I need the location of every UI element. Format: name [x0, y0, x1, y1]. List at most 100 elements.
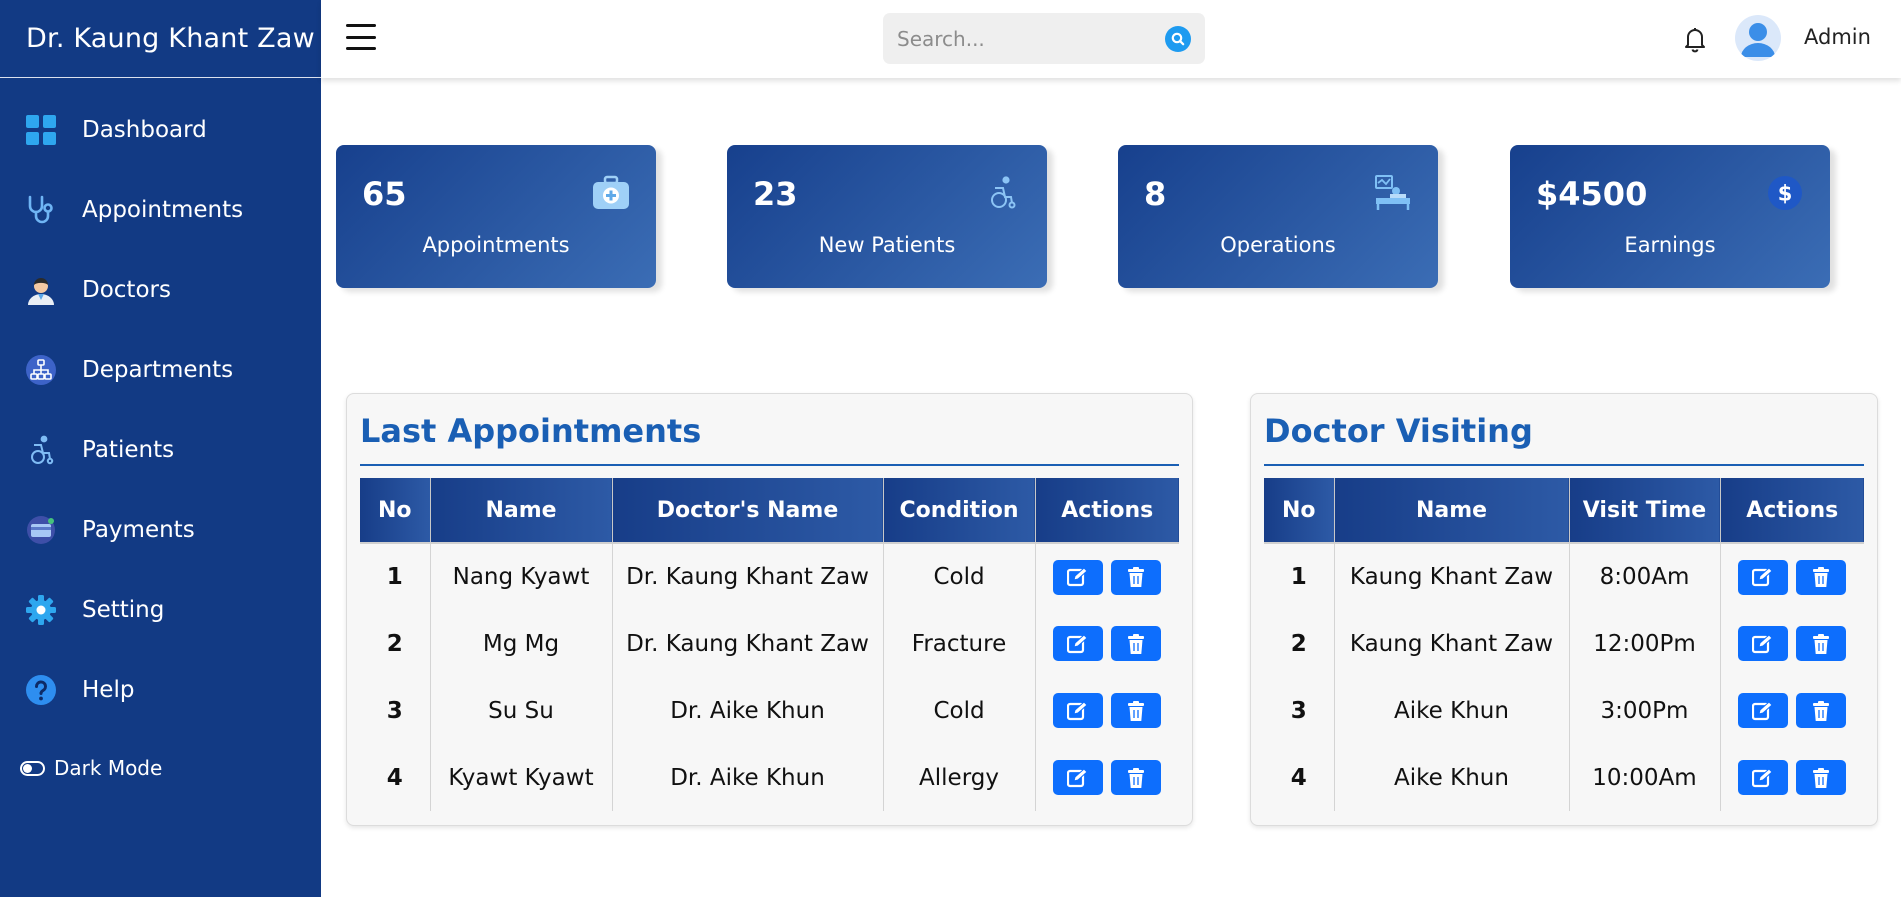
table-row: 2 Kaung Khant Zaw 12:00Pm	[1264, 610, 1864, 677]
cell-condition: Fracture	[883, 610, 1036, 677]
sidebar-item-label: Doctors	[82, 277, 171, 303]
cell-name: Kaung Khant Zaw	[1334, 610, 1570, 677]
trash-icon	[1128, 700, 1145, 721]
cell-actions	[1035, 543, 1179, 610]
delete-button[interactable]	[1111, 626, 1162, 661]
stethoscope-icon	[24, 193, 58, 227]
sidebar-item-departments[interactable]: Departments	[0, 330, 321, 410]
card-payment-icon	[24, 513, 58, 547]
user-name[interactable]: Admin	[1804, 25, 1871, 49]
cell-actions	[1035, 677, 1179, 744]
delete-button[interactable]	[1796, 693, 1847, 728]
wheelchair-icon	[24, 433, 58, 467]
cell-no: 4	[1264, 744, 1335, 811]
dashboard-grid-icon	[24, 113, 58, 147]
title-divider	[1264, 464, 1864, 466]
cell-visit-time: 10:00Am	[1569, 744, 1721, 811]
delete-button[interactable]	[1796, 760, 1847, 795]
top-header: Admin	[321, 0, 1901, 78]
stat-label: Earnings	[1624, 233, 1716, 257]
edit-icon	[1752, 767, 1773, 787]
delete-button[interactable]	[1111, 760, 1162, 795]
search-input[interactable]	[897, 26, 1165, 51]
table-row: 4 Kyawt Kyawt Dr. Aike Khun Allergy	[360, 744, 1179, 811]
sidebar-nav: Dashboard Appointments Doctors Departmen…	[0, 90, 321, 730]
column-header-condition: Condition	[883, 478, 1036, 544]
appointments-table: No Name Doctor's Name Condition Actions …	[360, 478, 1179, 811]
menu-toggle-icon[interactable]	[346, 24, 376, 50]
cell-actions	[1035, 610, 1179, 677]
trash-icon	[1813, 700, 1830, 721]
search-icon[interactable]	[1165, 25, 1191, 52]
cell-name: Mg Mg	[430, 610, 613, 677]
sidebar-item-label: Patients	[82, 437, 175, 463]
cell-no: 2	[1264, 610, 1335, 677]
dark-mode-label: Dark Mode	[54, 756, 163, 780]
sidebar-item-doctors[interactable]: Doctors	[0, 250, 321, 330]
edit-icon	[1752, 633, 1773, 653]
edit-button[interactable]	[1738, 559, 1789, 595]
panel-title: Last Appointments	[360, 412, 702, 450]
table-row: 3 Su Su Dr. Aike Khun Cold	[360, 677, 1179, 744]
cell-no: 3	[360, 677, 431, 744]
edit-button[interactable]	[1053, 559, 1104, 595]
cell-name: Aike Khun	[1334, 744, 1570, 811]
stat-card-operations: 8 Operations	[1118, 145, 1438, 288]
dark-mode-toggle[interactable]: Dark Mode	[20, 756, 162, 780]
search-bar	[883, 13, 1205, 64]
trash-icon	[1128, 633, 1145, 654]
sidebar-item-payments[interactable]: Payments	[0, 490, 321, 570]
cell-actions	[1035, 744, 1179, 811]
delete-button[interactable]	[1796, 559, 1847, 595]
edit-button[interactable]	[1738, 693, 1789, 728]
edit-icon	[1067, 567, 1088, 587]
hierarchy-icon	[24, 353, 58, 387]
stat-label: New Patients	[818, 233, 956, 257]
edit-icon	[1067, 767, 1088, 787]
avatar[interactable]	[1735, 15, 1781, 61]
doctor-visiting-table: No Name Visit Time Actions 1 Kaung Khant…	[1264, 478, 1864, 811]
delete-button[interactable]	[1111, 559, 1162, 595]
column-header-visit-time: Visit Time	[1569, 478, 1721, 544]
sidebar-item-label: Appointments	[82, 197, 244, 223]
sidebar-item-appointments[interactable]: Appointments	[0, 170, 321, 250]
table-row: 1 Nang Kyawt Dr. Kaung Khant Zaw Cold	[360, 543, 1179, 610]
sidebar-item-setting[interactable]: Setting	[0, 570, 321, 650]
wheelchair-icon	[981, 172, 1023, 214]
cell-name: Kyawt Kyawt	[430, 744, 613, 811]
delete-button[interactable]	[1111, 693, 1162, 728]
operation-bed-icon	[1372, 172, 1414, 214]
title-divider	[360, 464, 1179, 466]
bell-icon[interactable]	[1680, 24, 1710, 54]
trash-icon	[1128, 767, 1145, 788]
edit-button[interactable]	[1053, 626, 1104, 661]
sidebar-item-label: Help	[82, 677, 135, 703]
doctor-avatar-icon	[24, 273, 58, 307]
sidebar-item-dashboard[interactable]: Dashboard	[0, 90, 321, 170]
edit-icon	[1752, 567, 1773, 587]
sidebar-item-label: Dashboard	[82, 117, 207, 143]
sidebar-item-patients[interactable]: Patients	[0, 410, 321, 490]
sidebar-item-label: Payments	[82, 517, 195, 543]
cell-condition: Allergy	[883, 744, 1036, 811]
brand-title: Dr. Kaung Khant Zaw	[0, 0, 321, 78]
cell-name: Aike Khun	[1334, 677, 1570, 744]
first-aid-kit-icon	[590, 172, 632, 214]
cell-no: 3	[1264, 677, 1335, 744]
edit-button[interactable]	[1053, 693, 1104, 728]
cell-doctor: Dr. Kaung Khant Zaw	[612, 610, 884, 677]
cell-actions	[1720, 543, 1864, 610]
edit-button[interactable]	[1738, 626, 1789, 661]
edit-button[interactable]	[1738, 760, 1789, 795]
edit-button[interactable]	[1053, 760, 1104, 795]
dollar-coin-icon: $	[1764, 172, 1806, 214]
sidebar-item-label: Departments	[82, 357, 234, 383]
sidebar-item-help[interactable]: Help	[0, 650, 321, 730]
table-header-row: No Name Doctor's Name Condition Actions	[360, 478, 1179, 544]
cell-name: Nang Kyawt	[430, 543, 613, 610]
delete-button[interactable]	[1796, 626, 1847, 661]
cell-no: 1	[360, 543, 431, 610]
column-header-name: Name	[430, 478, 613, 544]
trash-icon	[1813, 567, 1830, 587]
trash-icon	[1128, 567, 1145, 587]
